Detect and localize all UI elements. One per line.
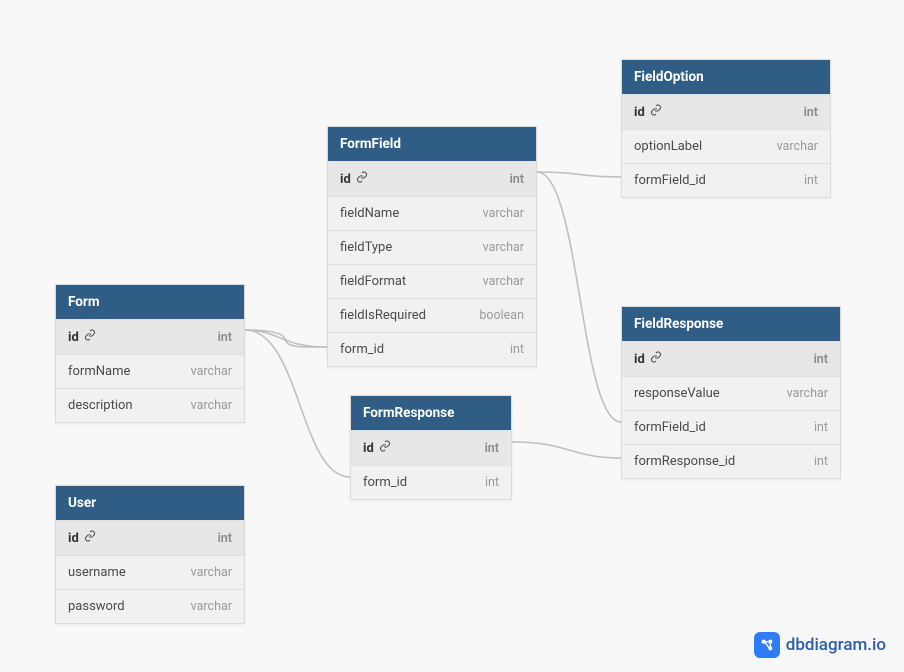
column-row[interactable]: fieldFormat varchar xyxy=(328,264,536,298)
column-row[interactable]: username varchar xyxy=(56,555,244,589)
table-fieldoption[interactable]: FieldOption id int optionLabel varchar formFi… xyxy=(621,59,831,198)
column-type: varchar xyxy=(787,386,828,401)
column-name: formName xyxy=(68,364,130,379)
column-type: int xyxy=(814,352,828,367)
column-row[interactable]: id int xyxy=(56,319,244,354)
column-name: id xyxy=(634,351,662,367)
column-row[interactable]: formResponse_id int xyxy=(622,444,840,478)
column-row[interactable]: optionLabel varchar xyxy=(622,129,830,163)
column-name: responseValue xyxy=(634,386,720,401)
column-row[interactable]: fieldName varchar xyxy=(328,196,536,230)
primary-key-link-icon xyxy=(356,171,368,187)
column-type: varchar xyxy=(191,599,232,614)
primary-key-link-icon xyxy=(650,351,662,367)
column-type: varchar xyxy=(191,565,232,580)
column-name: formField_id xyxy=(634,420,706,435)
watermark: dbdiagram.io xyxy=(754,632,886,658)
column-row[interactable]: id int xyxy=(56,520,244,555)
table-header[interactable]: FieldOption xyxy=(622,60,830,94)
table-header[interactable]: FormField xyxy=(328,127,536,161)
column-type: int xyxy=(218,330,232,345)
table-header[interactable]: Form xyxy=(56,285,244,319)
column-name: username xyxy=(68,565,126,580)
column-type: varchar xyxy=(777,139,818,154)
column-type: varchar xyxy=(483,274,524,289)
primary-key-link-icon xyxy=(650,104,662,120)
primary-key-link-icon xyxy=(84,329,96,345)
column-row[interactable]: form_id int xyxy=(328,332,536,366)
column-name: id xyxy=(68,329,96,345)
table-header[interactable]: FormResponse xyxy=(351,396,511,430)
column-row[interactable]: formField_id int xyxy=(622,163,830,197)
column-type: varchar xyxy=(191,398,232,413)
column-type: varchar xyxy=(483,240,524,255)
column-type: boolean xyxy=(479,308,524,323)
column-name: description xyxy=(68,398,133,413)
table-header[interactable]: FieldResponse xyxy=(622,307,840,341)
column-type: int xyxy=(485,441,499,456)
column-type: varchar xyxy=(483,206,524,221)
column-name: fieldName xyxy=(340,206,399,221)
column-type: int xyxy=(510,172,524,187)
dbdiagram-logo-icon xyxy=(754,632,780,658)
column-row[interactable]: id int xyxy=(351,430,511,465)
column-row[interactable]: form_id int xyxy=(351,465,511,499)
column-row[interactable]: responseValue varchar xyxy=(622,376,840,410)
column-row[interactable]: id int xyxy=(328,161,536,196)
column-type: int xyxy=(218,531,232,546)
column-name: form_id xyxy=(363,475,407,490)
primary-key-link-icon xyxy=(379,440,391,456)
column-row[interactable]: fieldIsRequired boolean xyxy=(328,298,536,332)
column-name: fieldType xyxy=(340,240,392,255)
column-name: formField_id xyxy=(634,173,706,188)
column-type: int xyxy=(814,454,828,469)
table-formresponse[interactable]: FormResponse id int form_id int xyxy=(350,395,512,500)
column-name: id xyxy=(68,530,96,546)
watermark-text: dbdiagram.io xyxy=(786,635,886,655)
column-name: id xyxy=(340,171,368,187)
table-user[interactable]: User id int username varchar password varchar xyxy=(55,485,245,624)
column-row[interactable]: formName varchar xyxy=(56,354,244,388)
column-row[interactable]: id int xyxy=(622,94,830,129)
column-name: form_id xyxy=(340,342,384,357)
column-type: int xyxy=(814,420,828,435)
diagram-canvas[interactable]: Form id int formName varchar description varch… xyxy=(0,0,904,672)
table-formfield[interactable]: FormField id int fieldName varchar fieldType v… xyxy=(327,126,537,367)
table-fieldresponse[interactable]: FieldResponse id int responseValue varchar fo… xyxy=(621,306,841,479)
column-name: fieldFormat xyxy=(340,274,406,289)
column-row[interactable]: id int xyxy=(622,341,840,376)
column-name: fieldIsRequired xyxy=(340,308,426,323)
column-row[interactable]: password varchar xyxy=(56,589,244,623)
column-type: varchar xyxy=(191,364,232,379)
table-form[interactable]: Form id int formName varchar description varch… xyxy=(55,284,245,423)
column-name: id xyxy=(363,440,391,456)
primary-key-link-icon xyxy=(84,530,96,546)
column-type: int xyxy=(804,105,818,120)
column-type: int xyxy=(485,475,499,490)
column-row[interactable]: description varchar xyxy=(56,388,244,422)
column-name: formResponse_id xyxy=(634,454,735,469)
column-name: id xyxy=(634,104,662,120)
column-name: password xyxy=(68,599,125,614)
column-type: int xyxy=(510,342,524,357)
table-header[interactable]: User xyxy=(56,486,244,520)
column-type: int xyxy=(804,173,818,188)
column-row[interactable]: formField_id int xyxy=(622,410,840,444)
column-name: optionLabel xyxy=(634,139,702,154)
column-row[interactable]: fieldType varchar xyxy=(328,230,536,264)
